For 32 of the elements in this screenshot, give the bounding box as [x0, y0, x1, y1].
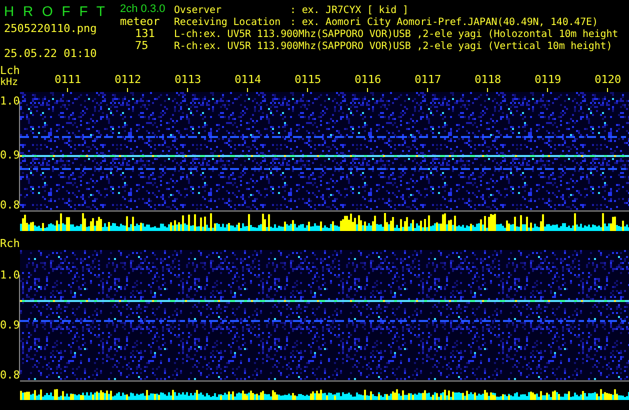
time-label: 0120	[594, 74, 622, 85]
app-version: 2ch 0.3.0	[120, 3, 166, 15]
info-text: R-ch:ex. UV5R 113.900Mhz(SAPPORO VOR)USB ,2-ele yagi (Vertical 10m height)	[174, 41, 614, 52]
time-label: 0112	[114, 74, 142, 85]
time-label: 0118	[474, 74, 502, 85]
channel-label: Rch	[0, 238, 20, 250]
meteor-label: meteor	[120, 16, 161, 27]
info-text: L-ch:ex. UV5R 113.900Mhz(SAPPORO VOR)USB ,2-ele yagi (Holozontal 10m height	[174, 29, 620, 40]
axis-label: 0.8	[0, 370, 20, 380]
meteor-count: 131	[134, 28, 156, 39]
date-time: 25.05.22 01:10	[4, 48, 98, 59]
axis-label: 1.0	[0, 96, 20, 106]
time-label: 0115	[294, 74, 322, 85]
axis-label: 0.9	[0, 320, 20, 330]
info-value: : ex. Aomori City Aomori-Pref.JAPAN(40.49N, 140.47E)	[290, 17, 599, 28]
info-label: Receiving Location	[174, 17, 282, 28]
file-name: 2505220110.png	[4, 23, 98, 34]
time-label: 0117	[414, 74, 442, 85]
info-label: Ovserver	[174, 5, 222, 16]
info-value: : ex. JR7CYX [ kid ]	[290, 5, 410, 16]
meteor-count: 75	[134, 40, 150, 51]
time-label: 0111	[54, 74, 82, 85]
unit-label: kHz	[0, 77, 20, 88]
time-label: 0116	[354, 74, 382, 85]
axis-label: 1.0	[0, 270, 20, 280]
time-label: 0114	[234, 74, 262, 85]
time-label: 0119	[534, 74, 562, 85]
axis-label: 0.8	[0, 200, 20, 210]
time-label: 0113	[174, 74, 202, 85]
axis-label: 0.9	[0, 150, 20, 160]
channel-label: Lch	[0, 65, 20, 77]
app-title: H R O F F T	[4, 3, 107, 19]
